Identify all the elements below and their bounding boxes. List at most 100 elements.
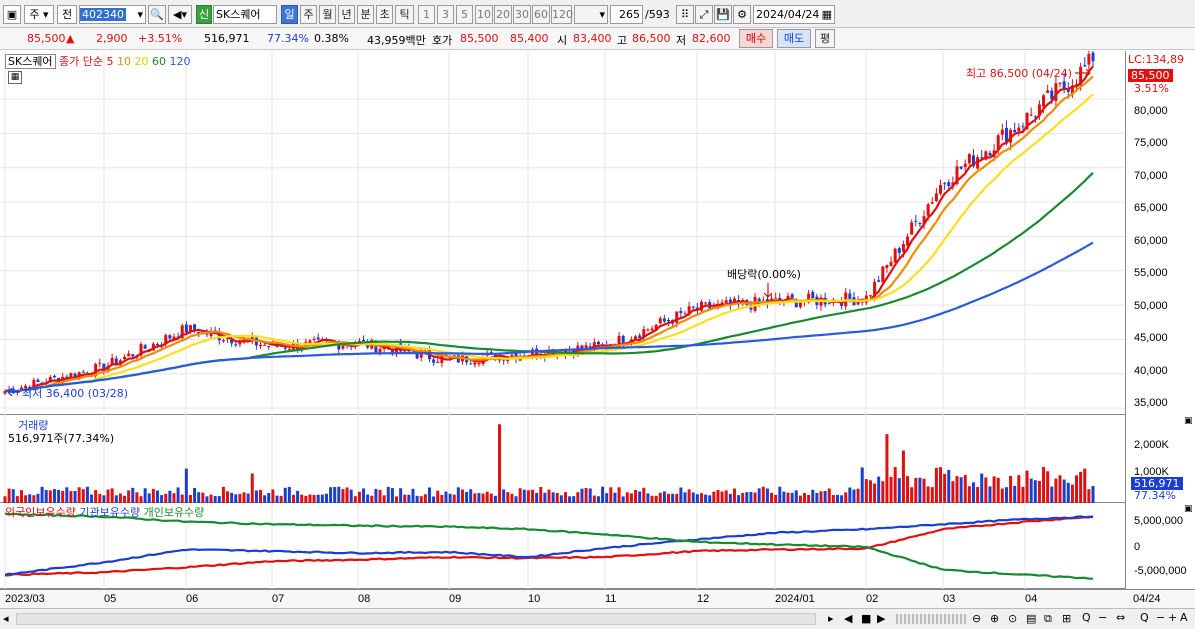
count-input[interactable]: 265 [610, 5, 643, 24]
date-input[interactable]: 2024/04/24 ▦ [753, 5, 835, 24]
period-minute[interactable]: 분 [357, 5, 374, 24]
save-icon[interactable]: 💾 [714, 5, 732, 24]
mode-button[interactable]: 전 [57, 5, 77, 24]
calendar-icon[interactable]: ▦ [822, 6, 834, 23]
low-label: 저 [676, 34, 687, 47]
shrink-icon[interactable]: Q [1082, 611, 1091, 624]
volume-bar [411, 488, 415, 503]
font-size-icon[interactable]: A [1180, 611, 1188, 624]
buy-button[interactable]: 매수 [739, 29, 773, 48]
play-back-icon[interactable]: ◀ [844, 612, 852, 625]
reset-icon[interactable]: ⊙ [1008, 612, 1017, 625]
current-pct: 3.51% [1134, 82, 1169, 95]
scroll-track[interactable] [16, 613, 816, 625]
num-60[interactable]: 60 [532, 5, 550, 24]
volume-bar [897, 478, 901, 503]
num-20[interactable]: 20 [494, 5, 512, 24]
candle-body [893, 248, 897, 263]
volume-bar [918, 477, 922, 503]
candle-body [469, 363, 473, 365]
volume-bar [143, 488, 147, 503]
num-10[interactable]: 10 [475, 5, 493, 24]
volume-bar [1013, 485, 1017, 503]
volume-bar [1079, 471, 1083, 503]
volume-bar [547, 489, 551, 503]
dots-icon[interactable]: ⠿ [676, 5, 694, 24]
zoom-q-icon[interactable]: Q [1140, 611, 1149, 624]
zoom-out-icon[interactable]: ⊖ [972, 612, 981, 625]
zoom-grip[interactable] [896, 614, 966, 624]
volume-bar [650, 495, 654, 503]
period-year[interactable]: 년 [338, 5, 355, 24]
volume-bar [98, 493, 102, 503]
minus-icon[interactable]: − [1098, 611, 1107, 624]
move-icon[interactable]: ⇔ [1116, 611, 1125, 624]
volume-bar [939, 467, 943, 503]
volume-bar [217, 496, 221, 503]
volume-bar [1033, 480, 1037, 503]
volume-bar [320, 494, 324, 503]
code-input[interactable]: 402340 ▾ [79, 5, 146, 24]
volume-bar [745, 492, 749, 503]
candle-body [827, 303, 831, 305]
period-day[interactable]: 일 [281, 5, 298, 24]
volume-bar [1037, 481, 1041, 503]
num-120[interactable]: 120 [551, 5, 573, 24]
period-second[interactable]: 초 [376, 5, 393, 24]
volume-bar [803, 493, 807, 503]
custom-dropdown[interactable]: ▾ [574, 5, 608, 24]
volume-bar [246, 493, 250, 503]
candle-body [596, 341, 600, 345]
period-week[interactable]: 주 [300, 5, 317, 24]
volume-bar [823, 490, 827, 503]
sell-button[interactable]: 매도 [777, 29, 811, 48]
num-1[interactable]: 1 [418, 5, 435, 24]
stop-icon[interactable]: ■ [861, 612, 871, 625]
zoom-in-icon[interactable]: ⊕ [990, 612, 999, 625]
volume-bar [131, 487, 135, 503]
candle-body [168, 335, 172, 339]
volume-bar [770, 492, 774, 503]
candle-body [724, 300, 728, 304]
zoom-plus-icon[interactable]: + [1168, 611, 1177, 624]
cross-icon[interactable]: ⤢ [695, 5, 713, 24]
chart-type-icon[interactable]: ▤ [1026, 612, 1036, 625]
volume-bar [976, 487, 980, 503]
num-5[interactable]: 5 [456, 5, 473, 24]
volume-bar [15, 496, 19, 503]
min-note: 최저 36,400 (03/28) [22, 387, 129, 400]
volume-bar [473, 493, 477, 503]
pane-close-icon[interactable]: ▣ [1184, 504, 1193, 514]
volume-bar [926, 486, 930, 503]
num-30[interactable]: 30 [513, 5, 531, 24]
period-month[interactable]: 월 [319, 5, 336, 24]
scroll-left-icon[interactable]: ◂ [3, 612, 9, 625]
market-select[interactable]: 주 ▾ [24, 5, 54, 24]
num-3[interactable]: 3 [437, 5, 454, 24]
period-tick[interactable]: 틱 [395, 5, 414, 24]
pane-close-icon[interactable]: ▣ [1184, 416, 1193, 426]
layout-icon[interactable]: ▣ [3, 5, 21, 24]
volume-bar [403, 494, 407, 503]
indicator-icon[interactable]: ⊞ [1062, 612, 1071, 625]
candle-body [127, 353, 131, 357]
x-axis-right-label: 04/24 [1133, 593, 1161, 605]
volume-bar [502, 489, 506, 503]
play-forward-icon[interactable]: ▶ [877, 612, 885, 625]
zoom-minus-icon[interactable]: − [1156, 611, 1165, 624]
price-pane: SK스퀘어 종가 단순 5 10 20 60 120 ▦ 최고 86,500 (… [0, 51, 1125, 415]
volume-bar [81, 489, 85, 503]
volume-bar [460, 489, 464, 503]
scroll-right-icon[interactable]: ▸ [828, 612, 834, 625]
gear-icon[interactable]: ⚙ [733, 5, 751, 24]
compare-icon[interactable]: ⧉ [1044, 612, 1052, 626]
volume-bar [1066, 482, 1070, 503]
grid-toggle-icon[interactable]: ▦ [8, 71, 22, 84]
volume-bar [184, 468, 188, 503]
sound-icon[interactable]: ◀▾ [168, 5, 192, 24]
volume-bar [164, 493, 168, 503]
flat-button[interactable]: 평 [815, 29, 835, 48]
quote-volume: 516,971 [204, 32, 250, 45]
search-icon[interactable]: 🔍 [148, 5, 166, 24]
volume-bar [127, 490, 131, 503]
